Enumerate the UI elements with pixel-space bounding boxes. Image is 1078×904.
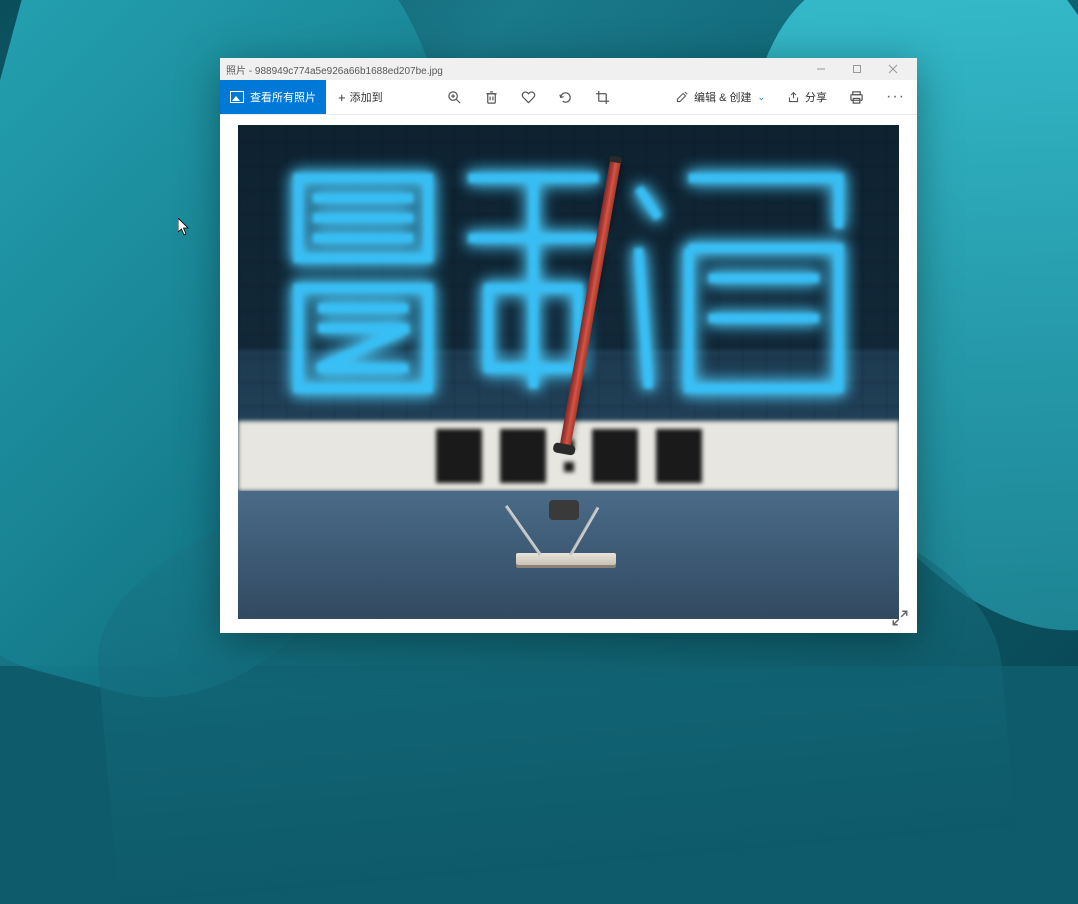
- close-icon: [888, 64, 898, 74]
- window-title: 照片 - 988949c774a5e926a66b1688ed207be.jpg: [226, 62, 803, 77]
- maximize-button[interactable]: [839, 58, 875, 80]
- rotate-button[interactable]: [558, 90, 573, 105]
- titlebar[interactable]: 照片 - 988949c774a5e926a66b1688ed207be.jpg: [220, 58, 917, 80]
- view-all-photos-button[interactable]: 查看所有照片: [220, 80, 326, 114]
- share-label: 分享: [805, 89, 827, 105]
- chevron-down-icon: ⌄: [757, 92, 765, 103]
- print-icon: [849, 90, 864, 105]
- toolbar-right-group: 编辑 & 创建 ⌄ 分享 ···: [663, 80, 917, 114]
- crop-icon: [595, 90, 610, 105]
- displayed-image: [238, 125, 899, 619]
- image-device-hinge: [549, 500, 579, 520]
- toolbar-spacer: [395, 80, 436, 114]
- image-viewport[interactable]: [220, 115, 917, 633]
- rotate-icon: [558, 90, 573, 105]
- plus-icon: +: [338, 90, 346, 105]
- minimize-button[interactable]: [803, 58, 839, 80]
- maximize-icon: [852, 64, 862, 74]
- zoom-button[interactable]: [447, 90, 462, 105]
- more-button[interactable]: ···: [886, 88, 905, 106]
- photos-app-window: 照片 - 988949c774a5e926a66b1688ed207be.jpg…: [220, 58, 917, 633]
- edit-create-button[interactable]: 编辑 & 创建 ⌄: [675, 89, 765, 105]
- minimize-icon: [816, 64, 826, 74]
- edit-create-label: 编辑 & 创建: [694, 89, 751, 105]
- crop-button[interactable]: [595, 90, 610, 105]
- fullscreen-icon: [891, 609, 909, 627]
- picture-icon: [230, 91, 244, 103]
- zoom-icon: [447, 90, 462, 105]
- image-neon-sign: [238, 125, 899, 431]
- heart-icon: [521, 90, 536, 105]
- close-button[interactable]: [875, 58, 911, 80]
- add-to-label: 添加到: [350, 89, 383, 105]
- fullscreen-button[interactable]: [891, 609, 909, 627]
- toolbar-spacer: [622, 80, 663, 114]
- toolbar-center-group: [435, 80, 622, 114]
- share-icon: [787, 91, 800, 104]
- view-all-label: 查看所有照片: [250, 89, 316, 105]
- add-to-button[interactable]: + 添加到: [326, 80, 395, 114]
- image-device-base: [516, 553, 616, 565]
- window-controls: [803, 58, 911, 80]
- print-button[interactable]: [849, 90, 864, 105]
- delete-button[interactable]: [484, 90, 499, 105]
- favorite-button[interactable]: [521, 90, 536, 105]
- share-button[interactable]: 分享: [787, 89, 827, 105]
- toolbar: 查看所有照片 + 添加到: [220, 80, 917, 115]
- edit-pencil-icon: [675, 91, 688, 104]
- delete-icon: [484, 90, 499, 105]
